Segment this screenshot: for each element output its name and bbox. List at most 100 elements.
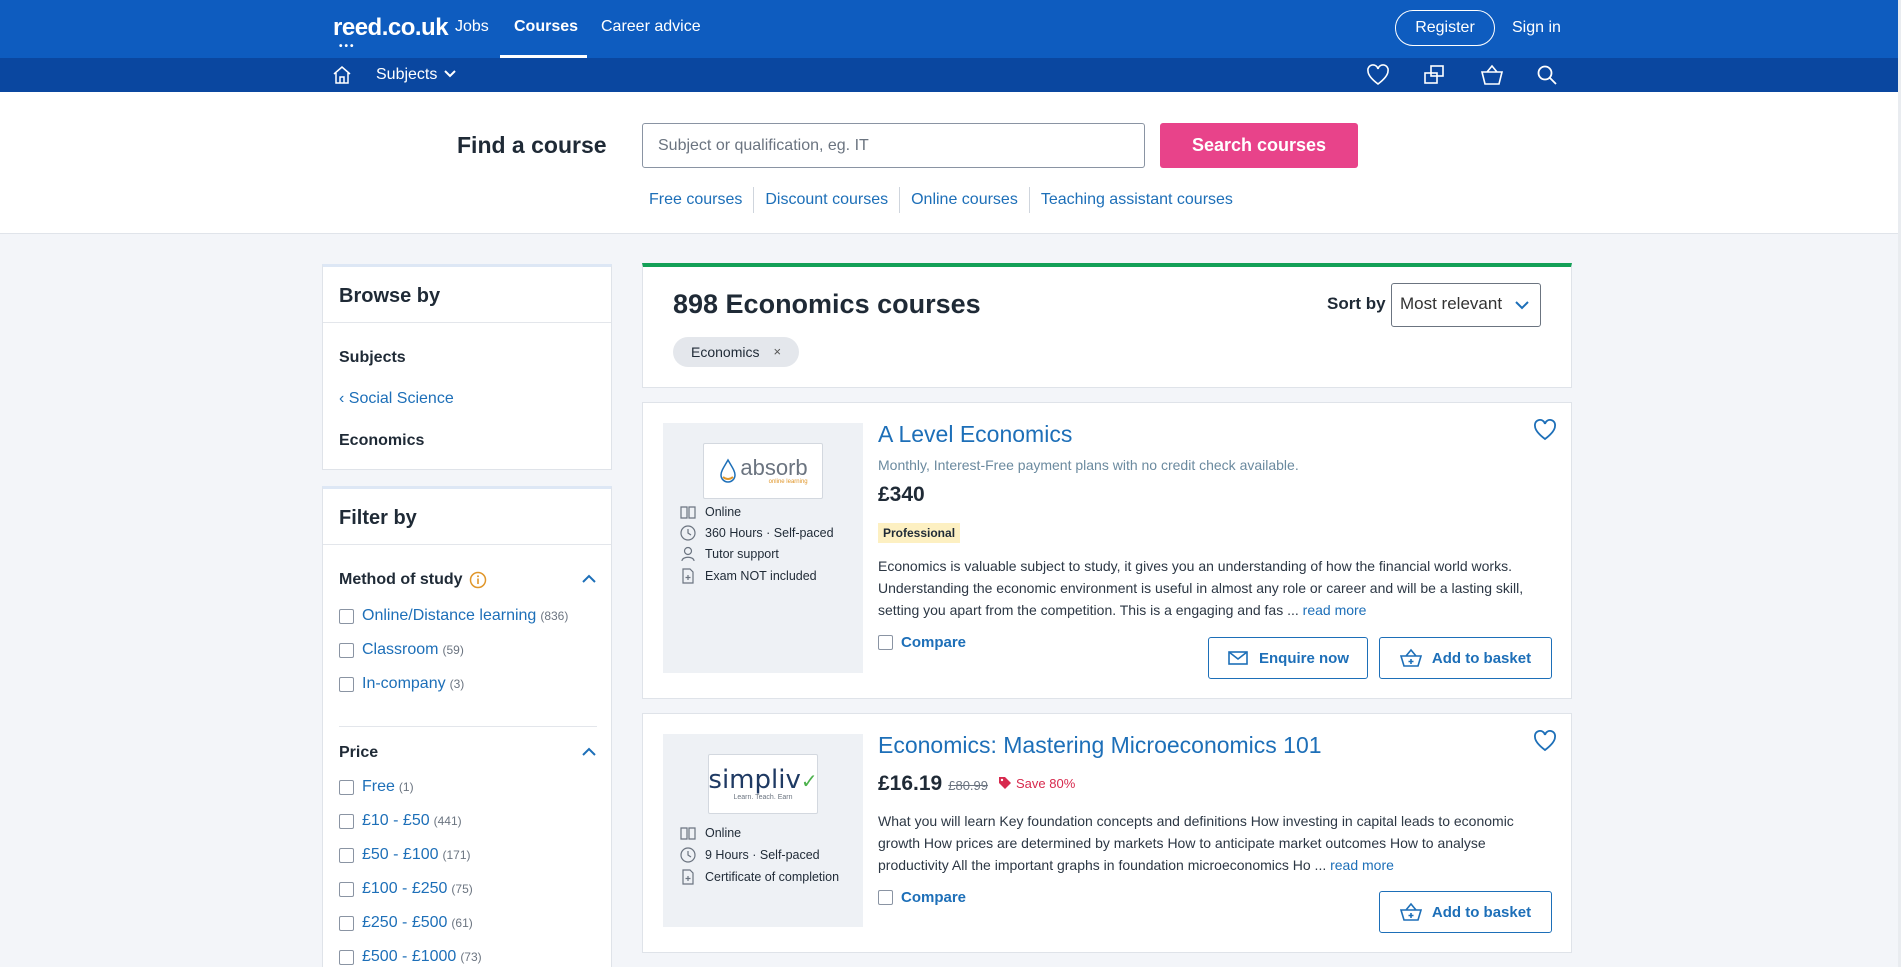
info-icon[interactable] [469,571,487,589]
provider-logo[interactable]: simpliv✓ Learn. Teach. Earn [708,754,818,814]
price-option-10-50[interactable]: £10 - £50 (441) [339,804,597,838]
current-subject: Economics [339,432,425,449]
filter-option-in-company[interactable]: In-company (3) [339,667,597,701]
course-card: simpliv✓ Learn. Teach. Earn Online 9 Hou… [642,713,1572,953]
book-icon [680,827,696,840]
professional-badge: Professional [878,523,961,543]
document-icon [682,568,694,584]
checkbox[interactable] [339,915,354,931]
provider-logo[interactable]: absorb online learning [703,443,823,499]
checkbox[interactable] [878,635,893,650]
course-price: £16.19 £80.99 Save 80% [878,772,1076,795]
free-courses-link[interactable]: Free courses [640,187,753,213]
course-price: £340 [878,483,925,506]
course-description: What you will learn Key foundation conce… [878,813,1514,873]
results-header: 898 Economics courses Sort by Most relev… [642,263,1572,388]
price-option-free[interactable]: Free (1) [339,770,597,804]
search-icon[interactable] [1535,64,1559,86]
course-title-link[interactable]: A Level Economics [878,421,1072,448]
chevron-up-icon[interactable] [581,571,597,587]
online-courses-link[interactable]: Online courses [899,187,1029,213]
register-button[interactable]: Register [1395,10,1495,46]
compare-icon[interactable] [1422,64,1446,86]
price-option-100-250[interactable]: £100 - £250 (75) [339,872,597,906]
user-icon [681,546,695,562]
add-to-basket-button[interactable]: Add to basket [1379,891,1552,933]
price-option-250-500[interactable]: £250 - £500 (61) [339,906,597,940]
meta-study-method: Online [679,503,741,521]
read-more-link[interactable]: read more [1330,857,1394,873]
course-subline: Monthly, Interest-Free payment plans wit… [878,457,1299,473]
browse-subjects-label: Subjects [339,349,406,366]
basket-add-icon [1399,648,1422,667]
checkbox[interactable] [339,779,354,795]
course-info-panel: simpliv✓ Learn. Teach. Earn Online 9 Hou… [663,734,863,927]
checkbox[interactable] [339,676,354,692]
meta-exam: Exam NOT included [679,567,817,585]
find-course-title: Find a course [457,132,607,158]
checkbox[interactable] [339,642,354,658]
course-info-panel: absorb online learning Online 360 Hours … [663,423,863,673]
reed-logo[interactable]: reed.co.uk ••• [333,14,449,52]
nav-jobs[interactable]: Jobs [455,18,489,36]
teaching-assistant-link[interactable]: Teaching assistant courses [1028,187,1244,213]
enquire-now-button[interactable]: Enquire now [1208,637,1368,679]
method-of-study-toggle[interactable]: Method of study [339,571,597,589]
document-icon [682,869,694,885]
envelope-icon [1228,651,1248,665]
sub-navbar: Subjects [0,58,1901,92]
checkbox[interactable] [339,847,354,863]
meta-certificate: Certificate of completion [679,868,839,886]
add-to-basket-button[interactable]: Add to basket [1379,637,1552,679]
save-badge: Save 80% [998,776,1075,791]
chevron-left-icon: ‹ [339,390,349,407]
nav-career-advice[interactable]: Career advice [601,18,701,36]
heart-icon[interactable] [1533,419,1557,441]
price-option-500-1000[interactable]: £500 - £1000 (73) [339,940,597,967]
top-navbar: reed.co.uk ••• Jobs Courses Career advice… [0,0,1901,58]
tag-icon [999,777,1011,789]
filter-option-classroom[interactable]: Classroom (59) [339,633,597,667]
course-title-link[interactable]: Economics: Mastering Microeconomics 101 [878,732,1322,759]
discount-courses-link[interactable]: Discount courses [753,187,899,213]
clock-icon [680,525,696,541]
checkbox[interactable] [339,949,354,965]
quick-links: Free courses Discount courses Online cou… [640,187,1244,213]
book-icon [680,506,696,519]
checkbox[interactable] [878,890,893,905]
nav-courses[interactable]: Courses [514,18,578,36]
clock-icon [680,847,696,863]
course-search-input[interactable] [642,123,1145,168]
checkbox[interactable] [339,608,354,624]
filter-option-online[interactable]: Online/Distance learning (836) [339,599,597,633]
drop-icon [720,458,737,483]
checkbox[interactable] [339,881,354,897]
price-toggle[interactable]: Price [339,744,597,762]
basket-icon[interactable] [1480,64,1504,86]
results-count-title: 898 Economics courses [673,289,981,319]
search-courses-button[interactable]: Search courses [1160,123,1358,168]
browse-title: Browse by [323,267,611,323]
remove-tag-icon[interactable]: × [773,337,781,367]
compare-checkbox[interactable]: Compare [878,634,966,651]
active-filter-tag[interactable]: Economics × [673,337,800,367]
read-more-link[interactable]: read more [1303,602,1367,618]
chevron-up-icon[interactable] [581,744,597,760]
basket-add-icon [1399,902,1422,921]
home-icon[interactable] [332,65,352,85]
price-option-50-100[interactable]: £50 - £100 (171) [339,838,597,872]
meta-support: Tutor support [679,545,779,563]
heart-icon[interactable] [1366,64,1390,86]
heart-icon[interactable] [1533,730,1557,752]
chevron-down-icon [1515,301,1529,310]
method-of-study-filter: Method of study Online/Distance learning… [339,571,597,701]
subjects-menu[interactable]: Subjects [376,66,456,84]
sign-in-link[interactable]: Sign in [1512,19,1561,37]
checkbox[interactable] [339,813,354,829]
filter-title: Filter by [323,489,611,545]
sort-select[interactable]: Most relevant [1391,283,1541,327]
course-card: absorb online learning Online 360 Hours … [642,402,1572,699]
compare-checkbox[interactable]: Compare [878,889,966,906]
original-price: £80.99 [948,778,988,793]
parent-subject-link[interactable]: ‹ Social Science [339,390,454,408]
